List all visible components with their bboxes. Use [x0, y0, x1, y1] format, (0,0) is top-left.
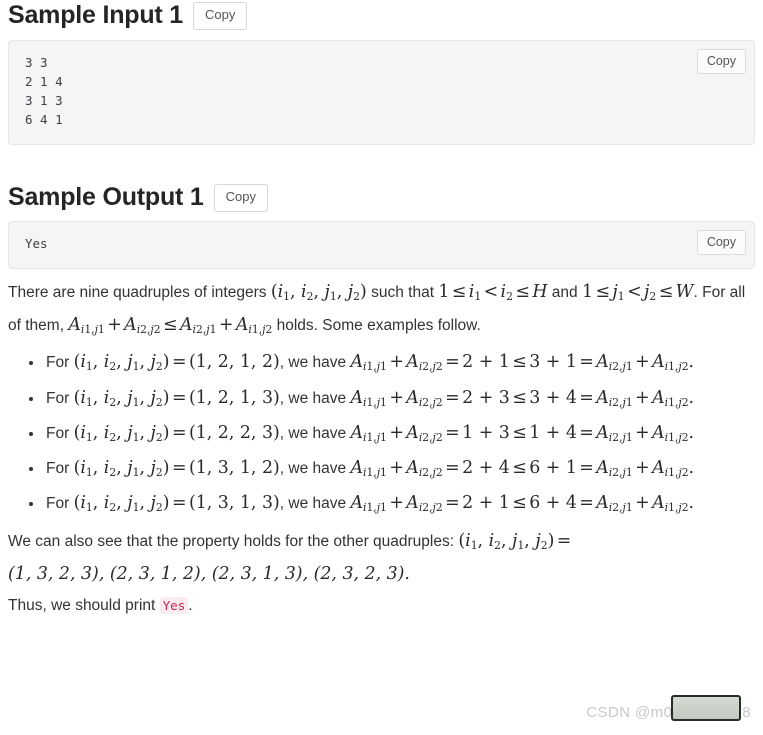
csdn-watermark: CSDN @m0_73618658 [586, 695, 751, 721]
list-item: For (i1, i2, j1, j2)=(1, 2, 1, 3), we ha… [44, 384, 760, 417]
explanation-body: There are nine quadruples of integers (i… [8, 278, 760, 620]
page-title-sample-output: Sample Output 1 [8, 183, 204, 212]
example-middle: , we have [279, 495, 351, 513]
conclusion-lead: Thus, we should print [8, 596, 160, 614]
example-prefix: For [46, 389, 74, 407]
example-prefix: For [46, 424, 74, 442]
intro-text-5: holds. Some examples follow. [272, 317, 481, 335]
conclusion-tail: . [188, 596, 193, 614]
others-list: (1, 3, 2, 3), (2, 3, 1, 2), (2, 3, 1, 3)… [8, 563, 410, 584]
others-lead: We can also see that the property holds … [8, 532, 459, 550]
example-quadruple-value: (1, 2, 1, 3) [188, 387, 280, 408]
example-period: . [688, 458, 695, 479]
sample-input-code-block: 3 3 2 1 4 3 1 3 6 4 1 Copy [8, 40, 755, 145]
example-quadruple-symbol: (i1, i2, j1, j2) = (1, 2, 2, 3) [73, 422, 280, 445]
explanation-intro-paragraph: There are nine quadruples of integers (i… [8, 278, 760, 344]
intro-text-2: such that [366, 284, 439, 301]
list-item: For (i1, i2, j1, j2)=(1, 3, 1, 3), we ha… [44, 489, 760, 522]
copy-sample-output-block-button[interactable]: Copy [696, 230, 746, 256]
intro-text-3: and [547, 284, 582, 301]
example-relation: Ai1,j1 + Ai2,j2 = 2 + 4 ≤6 + 1 = Ai2,j1 + Ai1,j2. [350, 458, 695, 480]
example-period: . [688, 422, 695, 443]
example-quadruple-symbol: (i1, i2, j1, j2) = (1, 2, 1, 3) [73, 387, 280, 409]
other-quadruples-paragraph: We can also see that the property holds … [8, 527, 760, 589]
intro-math-i-range: 1 ≤ i1 < i2 ≤ H [438, 282, 548, 304]
example-relation: Ai1,j1 + Ai2,j2 = 2 + 3 ≤3 + 4 = Ai2,j1 + Ai1,j2. [350, 387, 695, 409]
example-lhs-value: 2 + 3 [462, 387, 510, 408]
example-quadruple-symbol: (i1, i2, j1, j2) = (1, 2, 1, 2) [73, 352, 280, 374]
example-quadruple-value: (1, 2, 2, 3) [188, 422, 280, 443]
sample-input-code-text: 3 3 2 1 4 3 1 3 6 4 1 [25, 55, 63, 127]
list-item: For (i1, i2, j1, j2)=(1, 3, 1, 2), we ha… [44, 454, 760, 487]
copy-sample-input-button[interactable]: Copy [193, 2, 248, 30]
example-period: . [688, 352, 695, 373]
example-middle: , we have [279, 460, 351, 478]
example-rhs-value: 6 + 4 [529, 493, 577, 514]
list-item: For (i1, i2, j1, j2)=(1, 2, 2, 3), we ha… [44, 419, 760, 452]
intro-math-j-range: 1 ≤ j1 < j2 ≤ W [581, 282, 694, 304]
example-prefix: For [46, 354, 74, 372]
example-quadruple-value: (1, 3, 1, 2) [188, 458, 280, 479]
page-root: Sample Input 1 Copy 3 3 2 1 4 3 1 3 6 4 … [0, 0, 763, 735]
example-lhs-value: 2 + 4 [462, 458, 510, 479]
expected-output-inline-code: Yes [159, 596, 189, 614]
example-quadruple-symbol: (i1, i2, j1, j2) = (1, 3, 1, 3) [73, 493, 280, 515]
example-middle: , we have [279, 389, 351, 407]
sample-output-code-text: Yes [25, 236, 48, 251]
others-math-symbol: (i1, i2, j1, j2) = [458, 530, 572, 552]
intro-text-1: There are nine quadruples of integers [8, 284, 271, 301]
sample-input-heading-row: Sample Input 1 Copy [8, 1, 248, 30]
example-list: For (i1, i2, j1, j2)=(1, 2, 1, 2), we ha… [8, 348, 760, 522]
sample-output-code-block: Yes Copy [8, 221, 755, 269]
watermark-badge-overlay [671, 695, 741, 721]
sample-output-heading-row: Sample Output 1 Copy [8, 184, 268, 212]
example-prefix: For [46, 460, 74, 478]
example-rhs-value: 3 + 1 [529, 352, 577, 373]
copy-sample-output-button[interactable]: Copy [213, 184, 268, 212]
example-quadruple-value: (1, 2, 1, 2) [188, 352, 280, 373]
example-period: . [688, 493, 695, 514]
intro-math-inequality: Ai1,j1 + Ai2,j2 ≤ Ai2,j1 + Ai1,j2 [68, 315, 273, 337]
example-period: . [688, 387, 695, 408]
example-quadruple-value: (1, 3, 1, 3) [188, 493, 280, 514]
example-rhs-value: 1 + 4 [529, 422, 577, 443]
conclusion-paragraph: Thus, we should print Yes. [8, 591, 760, 620]
example-relation: Ai1,j1 + Ai2,j2 = 1 + 3 ≤1 + 4 = Ai2,j1 + Ai1,j2. [350, 422, 695, 445]
example-lhs-value: 1 + 3 [462, 422, 510, 443]
example-relation: Ai1,j1 + Ai2,j2 = 2 + 1 ≤3 + 1 = Ai2,j1 + Ai1,j2. [350, 352, 695, 374]
example-quadruple-symbol: (i1, i2, j1, j2) = (1, 3, 1, 2) [73, 458, 280, 480]
page-title-sample-input: Sample Input 1 [8, 1, 184, 30]
example-middle: , we have [279, 424, 351, 442]
example-lhs-value: 2 + 1 [462, 352, 510, 373]
list-item: For (i1, i2, j1, j2)=(1, 2, 1, 2), we ha… [44, 348, 760, 381]
example-lhs-value: 2 + 1 [462, 493, 510, 514]
example-prefix: For [46, 495, 74, 513]
example-middle: , we have [279, 354, 351, 372]
copy-sample-input-block-button[interactable]: Copy [696, 49, 746, 75]
example-rhs-value: 3 + 4 [529, 387, 577, 408]
example-relation: Ai1,j1 + Ai2,j2 = 2 + 1 ≤6 + 4 = Ai2,j1 + Ai1,j2. [350, 493, 695, 515]
example-rhs-value: 6 + 1 [529, 458, 577, 479]
intro-math-quadruple: (i1, i2, j1, j2) [270, 282, 367, 304]
